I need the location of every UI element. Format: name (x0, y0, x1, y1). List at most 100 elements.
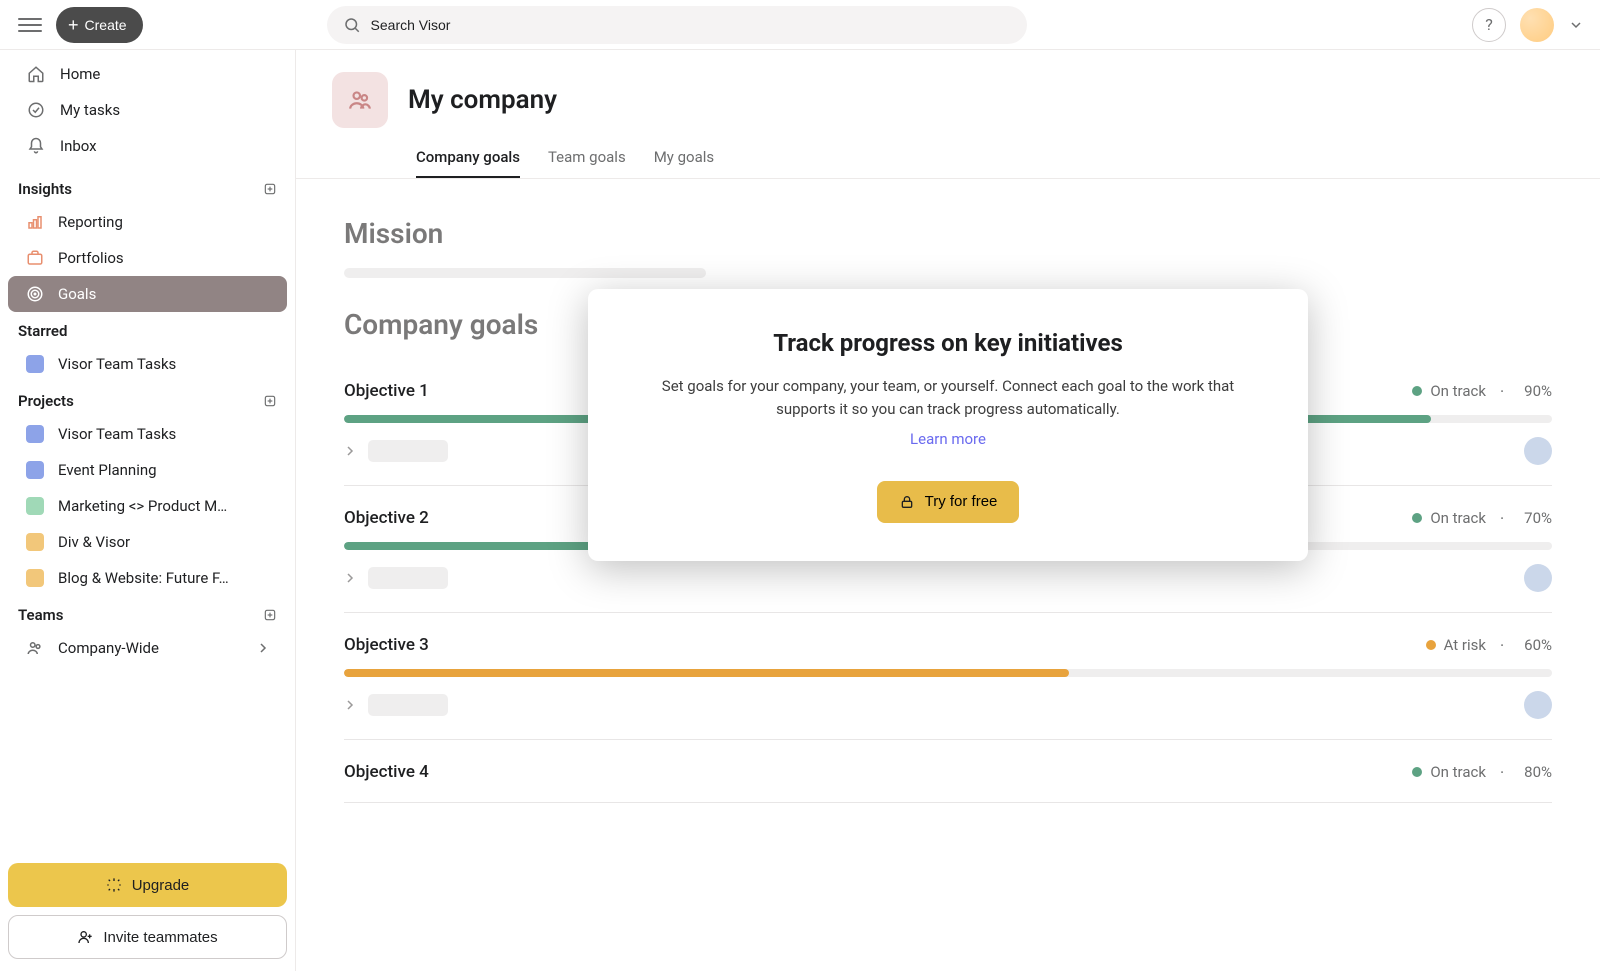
sidebar-item-label: Portfolios (58, 249, 124, 267)
chevron-right-icon (257, 642, 269, 654)
modal-body: Set goals for your company, your team, o… (662, 377, 1234, 418)
goal-percent: 80% (1524, 763, 1552, 781)
chevron-right-icon[interactable] (344, 699, 358, 711)
project-color-icon (26, 533, 44, 551)
goal-status-label: On track (1430, 382, 1486, 400)
plus-icon: + (68, 16, 79, 34)
sidebar-toggle[interactable] (18, 13, 42, 37)
sidebar-item-label: Home (60, 65, 100, 83)
search-input[interactable] (371, 17, 1011, 33)
reporting-icon (26, 213, 44, 231)
sidebar-item-project[interactable]: Marketing <> Product M… (8, 488, 287, 524)
company-icon (332, 72, 388, 128)
sidebar-item-my-tasks[interactable]: My tasks (8, 92, 287, 128)
create-button[interactable]: + Create (56, 7, 143, 43)
goals-icon (26, 285, 44, 303)
user-avatar[interactable] (1520, 8, 1554, 42)
assignee-avatar[interactable] (1524, 691, 1552, 719)
assignee-avatar[interactable] (1524, 437, 1552, 465)
goal-card[interactable]: Objective 3 At risk · 60% (344, 613, 1552, 740)
sidebar-item-portfolios[interactable]: Portfolios (8, 240, 287, 276)
sidebar-item-label: Company-Wide (58, 639, 159, 657)
status-dot-icon (1412, 386, 1422, 396)
skeleton-placeholder (368, 694, 448, 716)
upgrade-button[interactable]: Upgrade (8, 863, 287, 907)
invite-button[interactable]: Invite teammates (8, 915, 287, 959)
sidebar-item-inbox[interactable]: Inbox (8, 128, 287, 164)
search-icon (343, 16, 361, 34)
sidebar-item-label: Visor Team Tasks (58, 425, 176, 443)
sparkle-icon (106, 877, 122, 893)
sidebar-item-label: Event Planning (58, 461, 157, 479)
tab-team-goals[interactable]: Team goals (548, 138, 626, 178)
tab-my-goals[interactable]: My goals (654, 138, 714, 178)
search-input-wrap[interactable] (327, 6, 1027, 44)
goal-status-label: On track (1430, 509, 1486, 527)
create-button-label: Create (85, 17, 127, 33)
section-header-insights[interactable]: Insights (0, 170, 295, 204)
project-color-icon (26, 497, 44, 515)
chevron-down-icon[interactable] (1570, 19, 1582, 31)
sidebar-item-project[interactable]: Div & Visor (8, 524, 287, 560)
plus-icon[interactable] (263, 182, 277, 196)
assignee-avatar[interactable] (1524, 564, 1552, 592)
sidebar-item-home[interactable]: Home (8, 56, 287, 92)
modal-title: Track progress on key initiatives (636, 329, 1260, 357)
section-header-projects[interactable]: Projects (0, 382, 295, 416)
project-color-icon (26, 569, 44, 587)
bell-icon (26, 137, 46, 155)
goal-status-label: On track (1430, 763, 1486, 781)
lock-icon (899, 494, 915, 510)
goal-separator: · (1500, 636, 1504, 655)
sidebar-item-label: Visor Team Tasks (58, 355, 176, 373)
tabs: Company goals Team goals My goals (296, 128, 1600, 179)
goal-name: Objective 3 (344, 635, 1412, 655)
invite-button-label: Invite teammates (103, 929, 217, 946)
portfolio-icon (26, 249, 44, 267)
sidebar-item-team[interactable]: Company-Wide (8, 630, 287, 666)
project-color-icon (26, 461, 44, 479)
sidebar-item-label: My tasks (60, 101, 120, 119)
plus-icon[interactable] (263, 608, 277, 622)
upgrade-button-label: Upgrade (132, 877, 190, 894)
sidebar-item-project[interactable]: Visor Team Tasks (8, 416, 287, 452)
goal-separator: · (1500, 382, 1504, 401)
chevron-right-icon[interactable] (344, 445, 358, 457)
user-plus-icon (77, 929, 93, 945)
check-circle-icon (26, 101, 46, 119)
sidebar-item-label: Div & Visor (58, 533, 130, 551)
sidebar-item-reporting[interactable]: Reporting (8, 204, 287, 240)
sidebar-item-goals[interactable]: Goals (8, 276, 287, 312)
sidebar-item-label: Marketing <> Product M… (58, 497, 227, 515)
goal-status: On track (1412, 763, 1486, 781)
tab-company-goals[interactable]: Company goals (416, 138, 520, 178)
sidebar-item-project[interactable]: Event Planning (8, 452, 287, 488)
try-free-button[interactable]: Try for free (877, 481, 1020, 523)
team-icon (26, 639, 44, 657)
goal-card[interactable]: Objective 4 On track · 80% (344, 740, 1552, 803)
goal-separator: · (1500, 509, 1504, 528)
try-free-label: Try for free (925, 493, 998, 510)
chevron-right-icon[interactable] (344, 572, 358, 584)
section-header-starred[interactable]: Starred (0, 312, 295, 346)
project-color-icon (26, 355, 44, 373)
help-button[interactable]: ? (1472, 8, 1506, 42)
section-header-teams[interactable]: Teams (0, 596, 295, 630)
sidebar-item-project[interactable]: Blog & Website: Future F… (8, 560, 287, 596)
mission-heading: Mission (344, 217, 1552, 250)
learn-more-link[interactable]: Learn more (910, 430, 986, 448)
status-dot-icon (1426, 640, 1436, 650)
skeleton-placeholder (368, 567, 448, 589)
goal-status: On track (1412, 382, 1486, 400)
goal-percent: 90% (1524, 382, 1552, 400)
sidebar-item-starred-visor[interactable]: Visor Team Tasks (8, 346, 287, 382)
upsell-modal: Track progress on key initiatives Set go… (588, 289, 1308, 561)
sidebar-item-label: Goals (58, 285, 96, 303)
goal-status: On track (1412, 509, 1486, 527)
main-content: My company Company goals Team goals My g… (296, 50, 1600, 971)
sidebar-item-label: Inbox (60, 137, 97, 155)
sidebar-item-label: Reporting (58, 213, 123, 231)
plus-icon[interactable] (263, 394, 277, 408)
progress-bar (344, 669, 1552, 677)
skeleton-placeholder (368, 440, 448, 462)
